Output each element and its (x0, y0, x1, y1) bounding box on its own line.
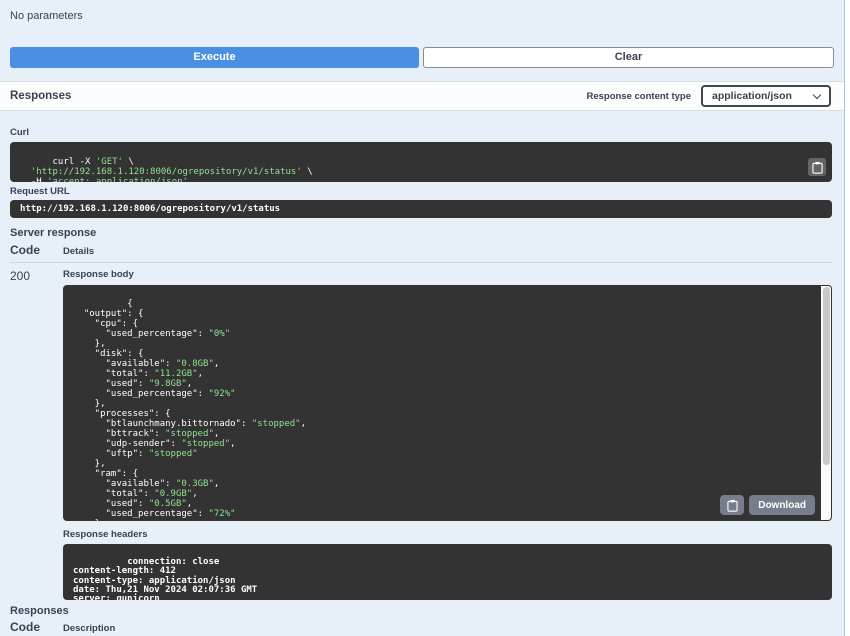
response-body-json: { "output": { "cpu": { "used_percentage"… (83, 299, 307, 521)
details-column-header: Details (63, 246, 95, 257)
responses-doc-title: Responses (10, 605, 69, 617)
download-button[interactable]: Download (749, 495, 815, 515)
code-column-header: Code (10, 243, 40, 257)
server-response-title: Server response (10, 227, 97, 239)
code-column-header: Code (10, 620, 40, 634)
responses-doc-table-header: Code Description (10, 620, 832, 636)
server-response-row: 200 Response body { "output": { "cpu": {… (10, 269, 832, 600)
execute-wrapper: Execute Clear (10, 47, 834, 68)
parameters-section: No parameters Execute Clear (0, 0, 844, 81)
response-content-type-select[interactable]: application/json (701, 85, 831, 107)
server-response-table-header: Code Details (10, 243, 832, 263)
chevron-down-icon (812, 90, 822, 99)
request-url-value: http://192.168.1.120:8006/ogrepository/v… (10, 200, 832, 218)
scrollbar-thumb[interactable] (822, 287, 830, 465)
no-parameters-text: No parameters (10, 10, 83, 22)
curl-command: curl -X 'GET' \ 'http://192.168.1.120:80… (10, 142, 832, 182)
copy-to-clipboard-icon[interactable] (808, 158, 826, 176)
response-content-type-group: Response content type application/json (586, 85, 831, 107)
responses-header-band: Responses Response content type applicat… (0, 81, 844, 111)
responses-title: Responses (10, 90, 72, 102)
curl-label: Curl (10, 127, 29, 138)
response-body-actions: Download (720, 495, 815, 515)
response-body-scrollbar[interactable] (821, 286, 831, 520)
response-headers: connection: close content-length: 412 co… (63, 544, 832, 600)
response-headers-label: Response headers (63, 529, 148, 540)
execute-button[interactable]: Execute (10, 47, 419, 68)
response-body-label: Response body (63, 269, 134, 280)
response-headers-text: connection: close content-length: 412 co… (73, 557, 258, 600)
response-content-type-label: Response content type (586, 90, 691, 102)
request-url-label: Request URL (10, 186, 70, 197)
response-details: Response body { "output": { "cpu": { "us… (63, 269, 832, 600)
clear-button[interactable]: Clear (423, 47, 834, 68)
curl-command-text: curl -X 'GET' \ 'http://192.168.1.120:80… (30, 157, 313, 182)
response-body: { "output": { "cpu": { "used_percentage"… (63, 285, 832, 521)
operation-panel: No parameters Execute Clear Responses Re… (0, 0, 845, 636)
response-content-type-value: application/json (712, 90, 792, 102)
description-column-header: Description (63, 623, 116, 634)
clipboard-icon (811, 161, 823, 174)
clipboard-icon (727, 499, 738, 512)
copy-response-icon[interactable] (720, 495, 745, 515)
status-code: 200 (10, 269, 31, 283)
responses-inner: Curl curl -X 'GET' \ 'http://192.168.1.1… (0, 127, 844, 636)
